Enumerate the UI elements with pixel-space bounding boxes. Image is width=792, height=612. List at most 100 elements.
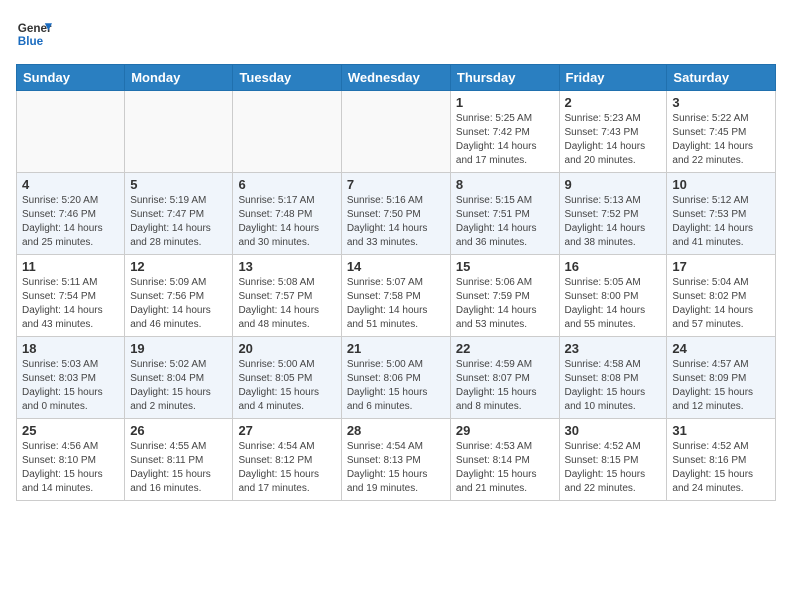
calendar-cell: 2 Sunrise: 5:23 AM Sunset: 7:43 PM Daylig… — [559, 91, 667, 173]
day-info: Sunrise: 5:00 AM Sunset: 8:06 PM Dayligh… — [347, 358, 445, 414]
day-number: 18 — [22, 341, 119, 356]
day-info: Sunrise: 4:57 AM Sunset: 8:09 PM Dayligh… — [672, 358, 770, 414]
day-number: 20 — [238, 341, 335, 356]
day-number: 9 — [565, 177, 662, 192]
calendar-cell: 5 Sunrise: 5:19 AM Sunset: 7:47 PM Daylig… — [125, 173, 233, 255]
logo-icon: General Blue — [16, 16, 52, 52]
day-info: Sunrise: 4:59 AM Sunset: 8:07 PM Dayligh… — [456, 358, 554, 414]
col-header-friday: Friday — [559, 65, 667, 91]
day-number: 28 — [347, 423, 445, 438]
day-number: 16 — [565, 259, 662, 274]
col-header-wednesday: Wednesday — [341, 65, 450, 91]
day-number: 14 — [347, 259, 445, 274]
day-info: Sunrise: 5:25 AM Sunset: 7:42 PM Dayligh… — [456, 112, 554, 168]
calendar-cell: 4Sunrise: 5:20 AM Sunset: 7:46 PM Daylig… — [17, 173, 125, 255]
day-info: Sunrise: 4:55 AM Sunset: 8:11 PM Dayligh… — [130, 440, 227, 496]
day-info: Sunrise: 4:53 AM Sunset: 8:14 PM Dayligh… — [456, 440, 554, 496]
day-number: 7 — [347, 177, 445, 192]
calendar-cell: 26 Sunrise: 4:55 AM Sunset: 8:11 PM Dayli… — [125, 419, 233, 501]
calendar-cell: 6 Sunrise: 5:17 AM Sunset: 7:48 PM Daylig… — [233, 173, 341, 255]
day-number: 17 — [672, 259, 770, 274]
day-number: 3 — [672, 95, 770, 110]
calendar-cell: 1 Sunrise: 5:25 AM Sunset: 7:42 PM Daylig… — [450, 91, 559, 173]
day-info: Sunrise: 5:03 AM Sunset: 8:03 PM Dayligh… — [22, 358, 119, 414]
day-info: Sunrise: 4:54 AM Sunset: 8:13 PM Dayligh… — [347, 440, 445, 496]
calendar-cell: 19 Sunrise: 5:02 AM Sunset: 8:04 PM Dayli… — [125, 337, 233, 419]
day-number: 11 — [22, 259, 119, 274]
calendar-cell: 3 Sunrise: 5:22 AM Sunset: 7:45 PM Daylig… — [667, 91, 776, 173]
day-info: Sunrise: 5:19 AM Sunset: 7:47 PM Dayligh… — [130, 194, 227, 250]
day-info: Sunrise: 5:05 AM Sunset: 8:00 PM Dayligh… — [565, 276, 662, 332]
day-number: 12 — [130, 259, 227, 274]
day-info: Sunrise: 5:11 AM Sunset: 7:54 PM Dayligh… — [22, 276, 119, 332]
calendar-cell: 11 Sunrise: 5:11 AM Sunset: 7:54 PM Dayli… — [17, 255, 125, 337]
calendar-cell: 25 Sunrise: 4:56 AM Sunset: 8:10 PM Dayli… — [17, 419, 125, 501]
col-header-monday: Monday — [125, 65, 233, 91]
day-info: Sunrise: 5:17 AM Sunset: 7:48 PM Dayligh… — [238, 194, 335, 250]
day-number: 10 — [672, 177, 770, 192]
week-row-2: 4Sunrise: 5:20 AM Sunset: 7:46 PM Daylig… — [17, 173, 776, 255]
day-info: Sunrise: 5:02 AM Sunset: 8:04 PM Dayligh… — [130, 358, 227, 414]
week-row-5: 25 Sunrise: 4:56 AM Sunset: 8:10 PM Dayli… — [17, 419, 776, 501]
day-number: 23 — [565, 341, 662, 356]
day-number: 6 — [238, 177, 335, 192]
week-row-3: 11 Sunrise: 5:11 AM Sunset: 7:54 PM Dayli… — [17, 255, 776, 337]
day-info: Sunrise: 5:16 AM Sunset: 7:50 PM Dayligh… — [347, 194, 445, 250]
calendar-cell: 14 Sunrise: 5:07 AM Sunset: 7:58 PM Dayli… — [341, 255, 450, 337]
calendar-cell: 28 Sunrise: 4:54 AM Sunset: 8:13 PM Dayli… — [341, 419, 450, 501]
day-number: 26 — [130, 423, 227, 438]
day-info: Sunrise: 5:04 AM Sunset: 8:02 PM Dayligh… — [672, 276, 770, 332]
day-info: Sunrise: 5:09 AM Sunset: 7:56 PM Dayligh… — [130, 276, 227, 332]
day-info: Sunrise: 5:06 AM Sunset: 7:59 PM Dayligh… — [456, 276, 554, 332]
calendar-cell: 7 Sunrise: 5:16 AM Sunset: 7:50 PM Daylig… — [341, 173, 450, 255]
day-number: 2 — [565, 95, 662, 110]
day-info: Sunrise: 4:52 AM Sunset: 8:16 PM Dayligh… — [672, 440, 770, 496]
calendar-cell: 31Sunrise: 4:52 AM Sunset: 8:16 PM Dayli… — [667, 419, 776, 501]
calendar-cell: 16 Sunrise: 5:05 AM Sunset: 8:00 PM Dayli… — [559, 255, 667, 337]
day-number: 19 — [130, 341, 227, 356]
calendar-cell: 15 Sunrise: 5:06 AM Sunset: 7:59 PM Dayli… — [450, 255, 559, 337]
day-number: 8 — [456, 177, 554, 192]
calendar-cell — [125, 91, 233, 173]
day-number: 15 — [456, 259, 554, 274]
day-info: Sunrise: 5:13 AM Sunset: 7:52 PM Dayligh… — [565, 194, 662, 250]
day-info: Sunrise: 4:58 AM Sunset: 8:08 PM Dayligh… — [565, 358, 662, 414]
calendar-cell: 10 Sunrise: 5:12 AM Sunset: 7:53 PM Dayli… — [667, 173, 776, 255]
logo: General Blue — [16, 16, 52, 52]
calendar-cell: 21 Sunrise: 5:00 AM Sunset: 8:06 PM Dayli… — [341, 337, 450, 419]
calendar-cell — [341, 91, 450, 173]
calendar-cell: 23 Sunrise: 4:58 AM Sunset: 8:08 PM Dayli… — [559, 337, 667, 419]
calendar-table: SundayMondayTuesdayWednesdayThursdayFrid… — [16, 64, 776, 501]
calendar-cell: 24 Sunrise: 4:57 AM Sunset: 8:09 PM Dayli… — [667, 337, 776, 419]
day-number: 5 — [130, 177, 227, 192]
day-number: 4 — [22, 177, 119, 192]
calendar-cell: 20 Sunrise: 5:00 AM Sunset: 8:05 PM Dayli… — [233, 337, 341, 419]
col-header-sunday: Sunday — [17, 65, 125, 91]
calendar-cell: 29Sunrise: 4:53 AM Sunset: 8:14 PM Dayli… — [450, 419, 559, 501]
page-header: General Blue — [16, 16, 776, 52]
day-number: 25 — [22, 423, 119, 438]
calendar-cell: 27Sunrise: 4:54 AM Sunset: 8:12 PM Dayli… — [233, 419, 341, 501]
day-info: Sunrise: 5:00 AM Sunset: 8:05 PM Dayligh… — [238, 358, 335, 414]
calendar-cell: 13Sunrise: 5:08 AM Sunset: 7:57 PM Dayli… — [233, 255, 341, 337]
calendar-cell: 22Sunrise: 4:59 AM Sunset: 8:07 PM Dayli… — [450, 337, 559, 419]
day-number: 21 — [347, 341, 445, 356]
day-info: Sunrise: 4:56 AM Sunset: 8:10 PM Dayligh… — [22, 440, 119, 496]
col-header-thursday: Thursday — [450, 65, 559, 91]
calendar-cell: 8 Sunrise: 5:15 AM Sunset: 7:51 PM Daylig… — [450, 173, 559, 255]
day-number: 30 — [565, 423, 662, 438]
week-row-4: 18 Sunrise: 5:03 AM Sunset: 8:03 PM Dayli… — [17, 337, 776, 419]
day-number: 24 — [672, 341, 770, 356]
calendar-cell: 18 Sunrise: 5:03 AM Sunset: 8:03 PM Dayli… — [17, 337, 125, 419]
calendar-cell — [233, 91, 341, 173]
day-info: Sunrise: 5:22 AM Sunset: 7:45 PM Dayligh… — [672, 112, 770, 168]
calendar-cell: 17 Sunrise: 5:04 AM Sunset: 8:02 PM Dayli… — [667, 255, 776, 337]
week-row-1: 1 Sunrise: 5:25 AM Sunset: 7:42 PM Daylig… — [17, 91, 776, 173]
col-header-saturday: Saturday — [667, 65, 776, 91]
calendar-header-row: SundayMondayTuesdayWednesdayThursdayFrid… — [17, 65, 776, 91]
day-info: Sunrise: 5:12 AM Sunset: 7:53 PM Dayligh… — [672, 194, 770, 250]
day-number: 1 — [456, 95, 554, 110]
day-info: Sunrise: 5:15 AM Sunset: 7:51 PM Dayligh… — [456, 194, 554, 250]
day-info: Sunrise: 5:07 AM Sunset: 7:58 PM Dayligh… — [347, 276, 445, 332]
day-info: Sunrise: 5:23 AM Sunset: 7:43 PM Dayligh… — [565, 112, 662, 168]
